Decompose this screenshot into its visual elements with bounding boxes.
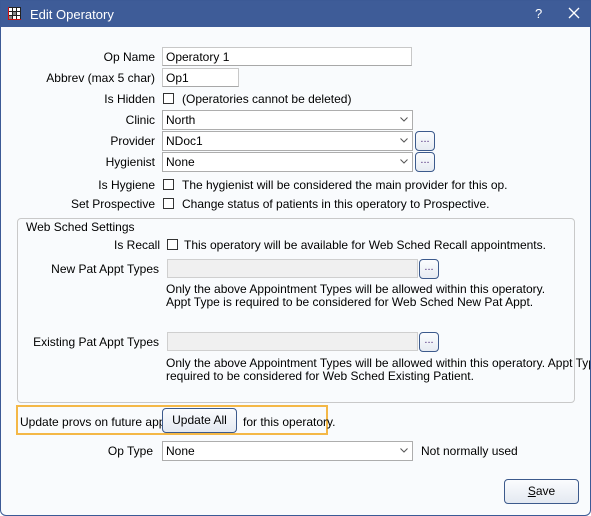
chevron-down-icon (400, 448, 408, 453)
is-recall-note: This operatory will be available for Web… (184, 238, 546, 252)
chevron-down-icon (400, 159, 408, 164)
is-hygiene-checkbox[interactable] (163, 179, 174, 190)
op-name-label: Op Name (103, 50, 155, 64)
help-button[interactable]: ? (535, 6, 542, 21)
op-type-select[interactable]: None (162, 441, 413, 461)
existing-pat-note-line1: Only the above Appointment Types will be… (166, 356, 591, 370)
new-pat-note-line2: Appt Type is required to be considered f… (166, 295, 534, 309)
is-recall-checkbox[interactable] (167, 239, 178, 250)
provider-picker-button[interactable]: ... (415, 131, 435, 151)
update-provs-suffix: for this operatory. (243, 415, 336, 429)
hygienist-select[interactable]: None (162, 152, 413, 172)
set-prospective-label: Set Prospective (70, 197, 155, 211)
existing-pat-appt-types-input[interactable] (167, 332, 418, 351)
clinic-select[interactable]: North (162, 110, 413, 130)
chevron-down-icon (400, 138, 408, 143)
is-hidden-label: Is Hidden (104, 92, 155, 106)
op-type-value: None (166, 444, 195, 458)
is-hidden-note: (Operatories cannot be deleted) (182, 92, 352, 106)
grid-app-icon (8, 7, 21, 20)
new-pat-note-line1: Only the above Appointment Types will be… (166, 282, 546, 296)
op-name-input[interactable]: Operatory 1 (162, 47, 412, 66)
window-title: Edit Operatory (30, 7, 114, 22)
hygienist-picker-button[interactable]: ... (415, 152, 435, 172)
close-icon[interactable] (567, 6, 581, 20)
set-prospective-note: Change status of patients in this operat… (182, 197, 490, 211)
new-pat-appt-types-label: New Pat Appt Types (51, 262, 159, 276)
new-pat-appt-types-input[interactable] (167, 259, 418, 278)
new-pat-appt-types-button[interactable]: ... (419, 259, 439, 279)
is-hygiene-label: Is Hygiene (98, 178, 155, 192)
is-hygiene-note: The hygienist will be considered the mai… (182, 178, 508, 192)
save-label-rest: ave (535, 484, 556, 498)
op-type-note: Not normally used (421, 444, 518, 458)
provider-select[interactable]: NDoc1 (162, 131, 413, 151)
web-sched-title: Web Sched Settings (26, 220, 135, 234)
provider-value: NDoc1 (166, 134, 203, 148)
title-bar[interactable]: Edit Operatory ? (1, 1, 590, 27)
save-button[interactable]: Save (504, 479, 579, 504)
hygienist-value: None (166, 155, 195, 169)
update-all-button[interactable]: Update All (162, 408, 237, 433)
clinic-label: Clinic (125, 113, 155, 127)
hygienist-label: Hygienist (105, 155, 155, 169)
is-hidden-checkbox[interactable] (163, 93, 174, 104)
provider-label: Provider (110, 134, 155, 148)
existing-pat-appt-types-button[interactable]: ... (419, 332, 439, 352)
existing-pat-appt-types-label: Existing Pat Appt Types (33, 335, 159, 349)
existing-pat-note-line2: required to be considered for Web Sched … (166, 369, 474, 383)
edit-operatory-window: Edit Operatory ? Op Name Operatory 1 Abb… (0, 0, 591, 516)
abbrev-input[interactable]: Op1 (162, 68, 239, 87)
is-recall-label: Is Recall (113, 238, 160, 252)
set-prospective-checkbox[interactable] (163, 198, 174, 209)
op-type-label: Op Type (107, 444, 153, 458)
save-mnemonic: S (527, 484, 536, 498)
chevron-down-icon (400, 117, 408, 122)
update-provs-prefix: Update provs on future appts (20, 415, 175, 429)
clinic-value: North (166, 113, 196, 127)
abbrev-label: Abbrev (max 5 char) (46, 71, 155, 85)
